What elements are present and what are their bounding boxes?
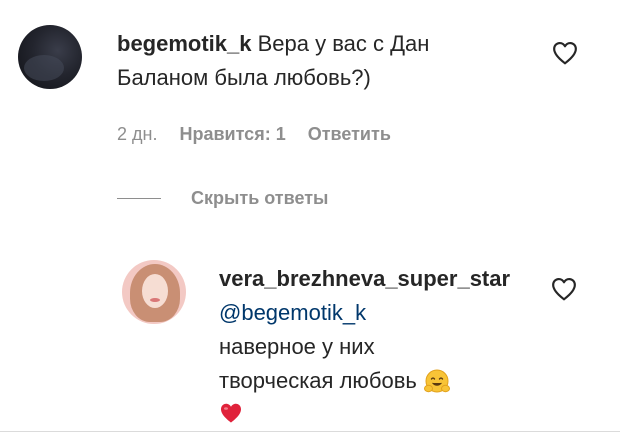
commenter-avatar[interactable]	[18, 25, 82, 89]
reply-body-line1: наверное у них	[219, 334, 375, 359]
comment-username[interactable]: begemotik_k	[117, 31, 252, 56]
comment-body-line1: Вера у вас с Дан	[257, 31, 430, 56]
hide-replies-label[interactable]: Скрыть ответы	[191, 188, 328, 209]
reply-like-heart-icon[interactable]	[551, 277, 577, 301]
avatar-lips	[150, 298, 160, 302]
comment-time[interactable]: 2 дн.	[117, 124, 157, 145]
comment-text: begemotik_k Вера у вас с Дан Баланом был…	[117, 27, 537, 95]
comment-meta: 2 дн. Нравится: 1 Ответить	[117, 124, 391, 145]
hugging-face-emoji-icon	[424, 369, 451, 393]
comment-likes[interactable]: Нравится: 1	[179, 124, 285, 145]
reply-text: vera_brezhneva_super_star @begemotik_k н…	[219, 262, 559, 424]
reply-button[interactable]: Ответить	[308, 124, 391, 145]
reply-username[interactable]: vera_brezhneva_super_star	[219, 266, 510, 291]
hide-replies-toggle[interactable]: Скрыть ответы	[117, 188, 328, 209]
reply-avatar[interactable]	[122, 260, 186, 324]
comment-body-line2: Баланом была любовь?)	[117, 65, 371, 90]
reply-mention[interactable]: @begemotik_k	[219, 300, 366, 325]
avatar-shade	[24, 55, 64, 81]
like-heart-icon[interactable]	[552, 41, 578, 65]
toggle-line	[117, 198, 161, 199]
reply-body-line2: творческая любовь	[219, 368, 417, 393]
red-heart-emoji-icon	[221, 403, 241, 423]
avatar-face	[142, 274, 168, 308]
bottom-divider	[0, 431, 620, 432]
